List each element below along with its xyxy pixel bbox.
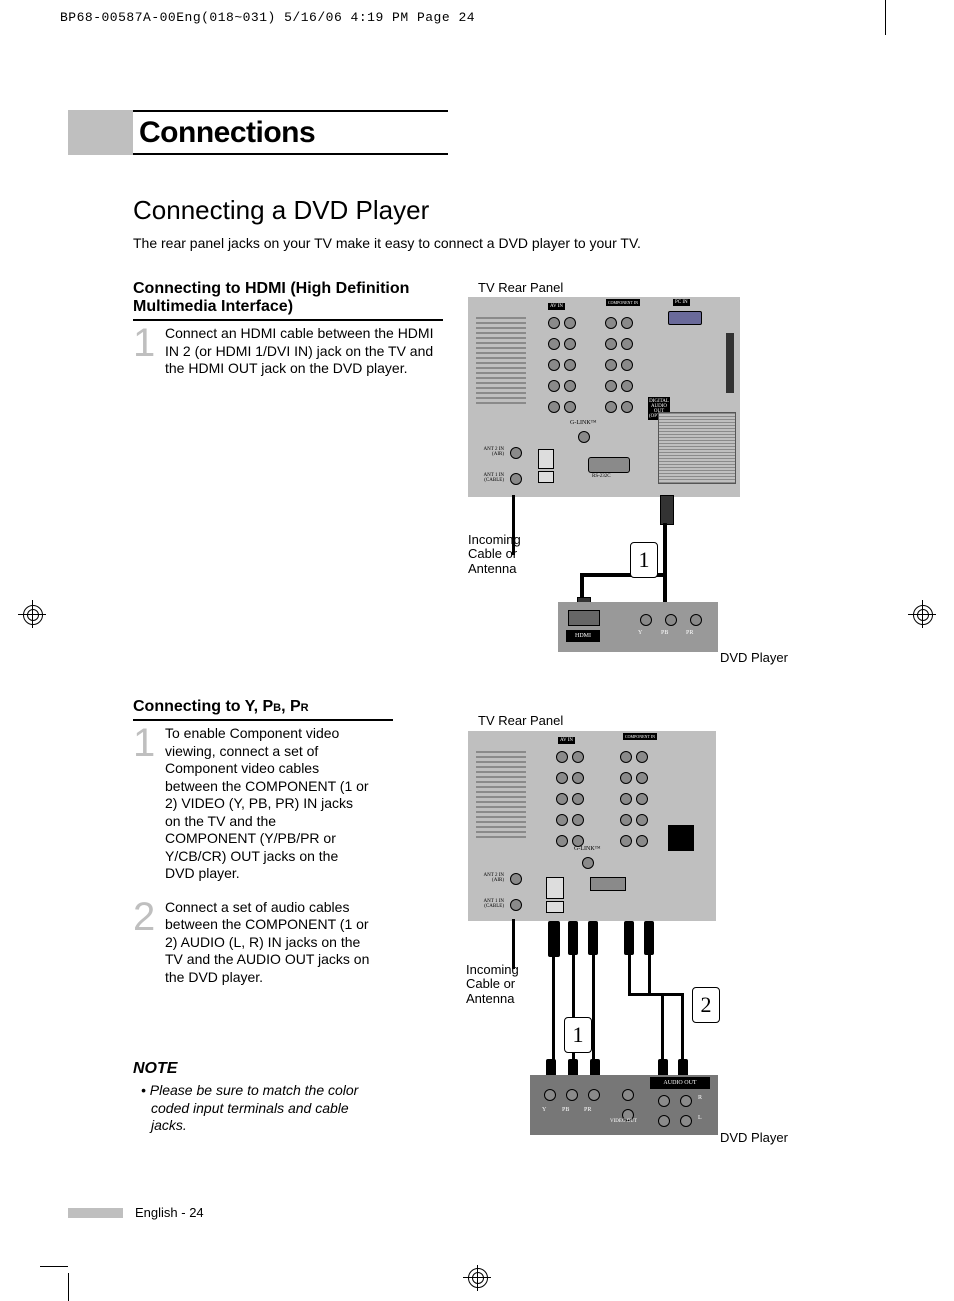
component-block: Connecting to Y, PB, PR 1 To enable Comp… [133, 698, 393, 986]
callout-1b: 1 [564, 1017, 592, 1053]
pb-label: PB [661, 630, 668, 636]
incoming-cable-label: Incoming Cable or Antenna [468, 533, 528, 576]
tv-rear-panel-diagram: AV IN COMPONENT IN PC IN DIGITALAUDIO OU… [468, 297, 740, 497]
cable-line [580, 575, 584, 597]
dvd-player-label-2: DVD Player [720, 1130, 788, 1145]
hdmi-step-1: 1 Connect an HDMI cable between the HDMI… [133, 325, 443, 378]
section-header-accent [68, 110, 133, 155]
note-text: • Please be sure to match the color code… [133, 1082, 383, 1135]
footer-text: English - 24 [135, 1205, 204, 1220]
step-number: 2 [133, 899, 165, 987]
crop-mark-icon [68, 1273, 69, 1301]
pb-label-2: PB [562, 1107, 569, 1113]
tv-rear-panel-diagram-2: AV IN COMPONENT IN G-LINK™ ANT 2 IN (AIR… [468, 731, 716, 921]
ant1-label-2: ANT 1 IN (CABLE) [478, 899, 504, 909]
registration-mark-icon [463, 1263, 491, 1291]
glink-label: G-LINK™ [568, 419, 599, 427]
rs232c-label: RS-232C [590, 473, 613, 480]
cable-line [592, 955, 595, 1065]
registration-mark-icon [18, 600, 46, 628]
component-in-label-2: COMPONENT IN [623, 733, 657, 740]
step-number: 1 [133, 325, 165, 378]
cable-line [681, 993, 684, 1065]
y-label-2: Y [542, 1107, 546, 1113]
cable-line [628, 955, 631, 995]
step-number: 1 [133, 725, 165, 883]
section-title: Connections [133, 110, 448, 155]
y-label: Y [638, 630, 642, 636]
dvd-player-diagram: HDMI Y PB PR [558, 602, 718, 652]
crop-line [885, 0, 886, 35]
cable-line [552, 955, 555, 1065]
tv-rear-panel-label-2: TV Rear Panel [478, 713, 563, 728]
step-text: To enable Component video viewing, conne… [165, 725, 370, 883]
dvd-player-diagram-2: Y PB PR VIDEO OUT AUDIO OUT R L [530, 1075, 718, 1135]
glink-label-2: G-LINK™ [572, 845, 603, 853]
component-title: Connecting to Y, PB, PR [133, 698, 393, 721]
callout-1: 1 [630, 542, 658, 578]
footer-accent [68, 1208, 123, 1218]
hdmi-plug-icon [660, 495, 674, 525]
cable-line [648, 955, 651, 995]
intro-text: The rear panel jacks on your TV make it … [133, 235, 641, 251]
component-step-2: 2 Connect a set of audio cables between … [133, 899, 393, 987]
component-in-label: COMPONENT IN [606, 299, 640, 306]
ant2-label: ANT 2 IN (AIR) [478, 447, 504, 457]
step-text: Connect an HDMI cable between the HDMI I… [165, 325, 443, 378]
pr-label: PR [686, 630, 693, 636]
section-header: Connections [68, 110, 448, 155]
component-step-1: 1 To enable Component video viewing, con… [133, 725, 393, 883]
step-text: Connect a set of audio cables between th… [165, 899, 370, 987]
pr-label-2: PR [584, 1107, 591, 1113]
cable-line [661, 993, 664, 1065]
page-content: Connections Connecting a DVD Player The … [68, 35, 886, 1265]
ant2-label-2: ANT 2 IN (AIR) [478, 873, 504, 883]
audio-out-label: AUDIO OUT [650, 1077, 710, 1089]
subsection-title: Connecting a DVD Player [133, 195, 429, 226]
av-in-label-2: AV IN [558, 737, 575, 744]
hdmi-port-label: HDMI [566, 630, 600, 642]
pc-in-label: PC IN [673, 299, 690, 306]
note-block: NOTE • Please be sure to match the color… [133, 1060, 383, 1135]
crop-mark-icon [40, 1266, 68, 1267]
rca-plugs-tv [548, 921, 668, 959]
hdmi-block: Connecting to HDMI (High Definition Mult… [133, 280, 443, 378]
callout-2: 2 [692, 987, 720, 1023]
tv-rear-panel-label: TV Rear Panel [478, 280, 563, 295]
page-footer: English - 24 [68, 1205, 204, 1220]
incoming-cable-label-2: Incoming Cable or Antenna [466, 963, 526, 1006]
hdmi-title: Connecting to HDMI (High Definition Mult… [133, 280, 443, 321]
video-out-label: VIDEO OUT [610, 1119, 637, 1124]
note-title: NOTE [133, 1060, 383, 1078]
ant1-label: ANT 1 IN (CABLE) [478, 473, 504, 483]
av-in-label: AV IN [548, 303, 565, 310]
registration-mark-icon [908, 600, 936, 628]
dvd-player-label: DVD Player [720, 650, 788, 665]
print-job-header: BP68-00587A-00Eng(018~031) 5/16/06 4:19 … [60, 10, 475, 25]
